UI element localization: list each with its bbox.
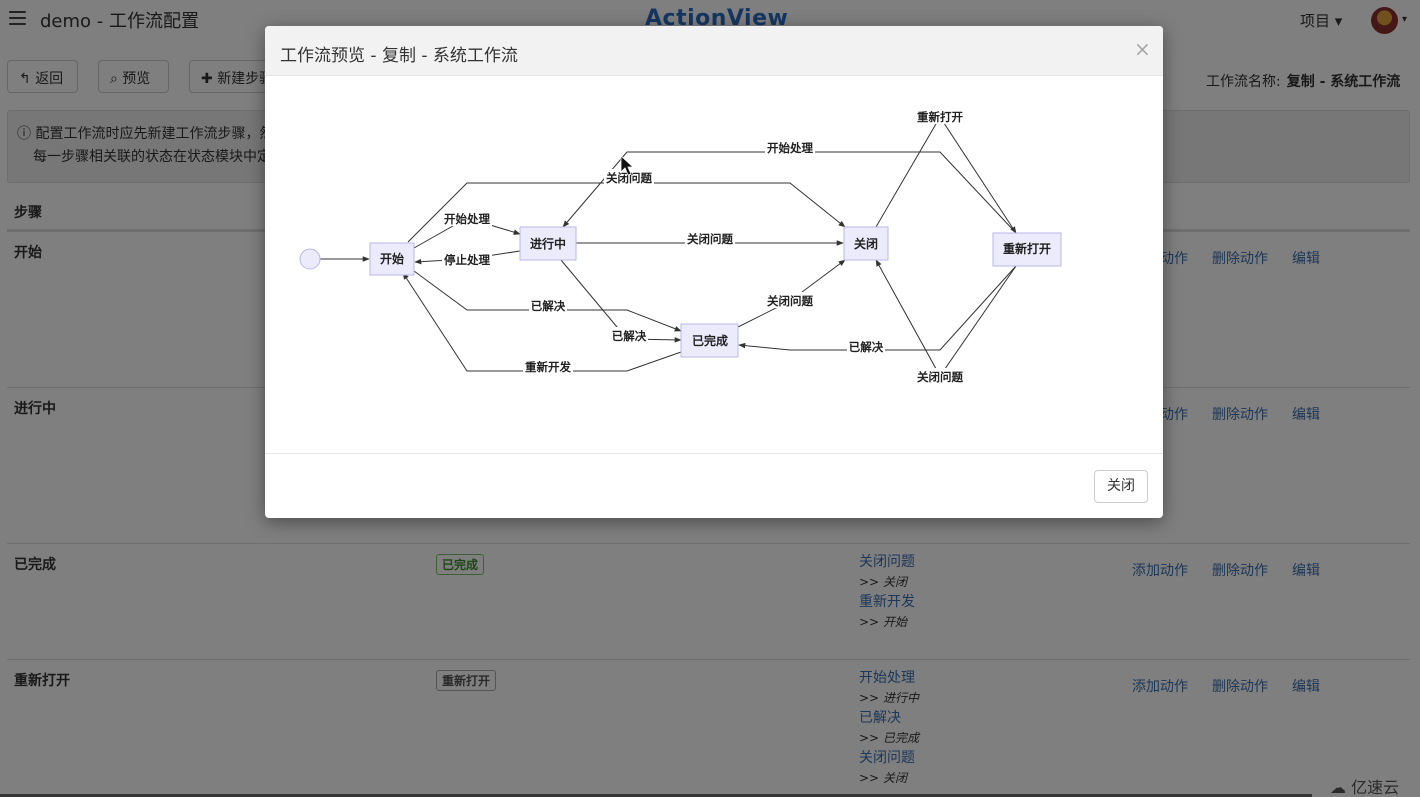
initial-state-node xyxy=(299,248,321,270)
edge-label: 关闭问题 xyxy=(606,171,652,185)
node-inprogress: 进行中 xyxy=(519,226,577,261)
edge-closed-reopened xyxy=(875,116,1017,234)
edge-reopened-inprogress xyxy=(562,151,1017,234)
node-label: 已完成 xyxy=(692,333,728,348)
edge-label: 已解决 xyxy=(849,340,884,354)
edge-label: 开始处理 xyxy=(767,141,813,155)
diagram-edges xyxy=(320,116,1017,377)
edge-label: 关闭问题 xyxy=(767,294,813,308)
edge-done-start xyxy=(402,272,682,372)
workflow-diagram: 开始处理 停止处理 已解决 重新开发 关闭问题 已解决 关闭问题 关闭问题 重新… xyxy=(299,108,1062,384)
modal-footer: 关闭 xyxy=(265,453,1163,518)
edge-label: 开始处理 xyxy=(444,212,490,226)
node-reopened: 重新打开 xyxy=(992,232,1062,267)
node-closed: 关闭 xyxy=(843,226,889,261)
workflow-preview-modal: 工作流预览 - 复制 - 系统工作流 × 开始处理 停止处理 已解决 重新开发 … xyxy=(265,26,1163,518)
close-button[interactable]: 关闭 xyxy=(1094,470,1148,503)
edge-label: 关闭问题 xyxy=(917,370,963,384)
node-start: 开始 xyxy=(369,242,415,276)
edge-label: 重新开发 xyxy=(525,360,571,374)
node-label: 开始 xyxy=(380,251,404,266)
edge-label: 重新打开 xyxy=(917,110,963,124)
node-label: 关闭 xyxy=(854,236,878,251)
edge-label: 已解决 xyxy=(612,329,647,343)
edge-label: 已解决 xyxy=(531,299,566,313)
node-label: 重新打开 xyxy=(1003,241,1051,256)
node-label: 进行中 xyxy=(530,236,566,251)
edge-reopened-closed xyxy=(875,259,1017,377)
edge-label: 停止处理 xyxy=(444,253,490,267)
edge-label: 关闭问题 xyxy=(687,232,733,246)
node-done: 已完成 xyxy=(680,323,739,358)
